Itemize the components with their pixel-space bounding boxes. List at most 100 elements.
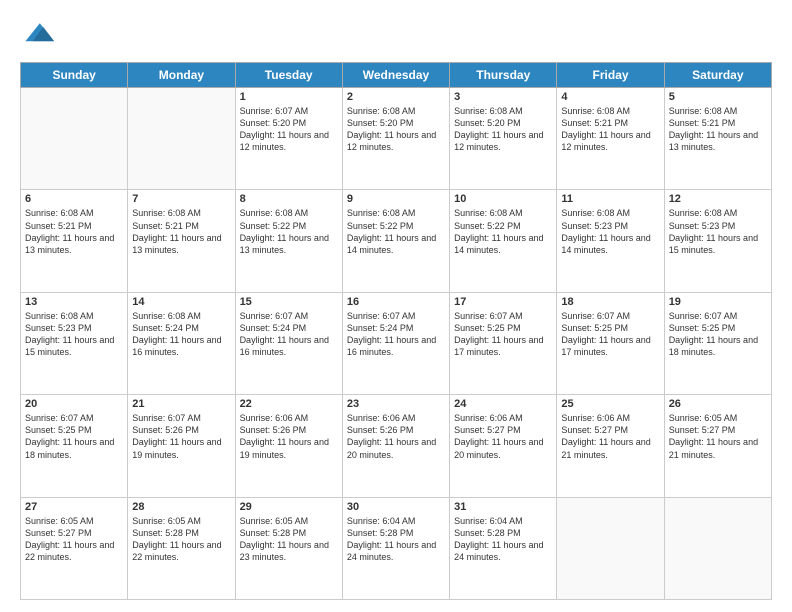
calendar-cell: 24 Sunrise: 6:06 AM Sunset: 5:27 PM Dayli… [450, 395, 557, 497]
day-info: Sunrise: 6:06 AM Sunset: 5:26 PM Dayligh… [240, 412, 338, 461]
day-info: Sunrise: 6:06 AM Sunset: 5:27 PM Dayligh… [561, 412, 659, 461]
day-number: 10 [454, 193, 552, 205]
day-number: 15 [240, 296, 338, 308]
weekday-header: Wednesday [342, 63, 449, 88]
day-info: Sunrise: 6:07 AM Sunset: 5:25 PM Dayligh… [561, 310, 659, 359]
day-number: 17 [454, 296, 552, 308]
day-info: Sunrise: 6:08 AM Sunset: 5:21 PM Dayligh… [132, 207, 230, 256]
weekday-header: Monday [128, 63, 235, 88]
calendar-cell: 1Sunrise: 6:07 AM Sunset: 5:20 PM Daylig… [235, 88, 342, 190]
day-number: 5 [669, 91, 767, 103]
day-info: Sunrise: 6:08 AM Sunset: 5:22 PM Dayligh… [454, 207, 552, 256]
day-info: Sunrise: 6:05 AM Sunset: 5:27 PM Dayligh… [669, 412, 767, 461]
calendar-cell: 31 Sunrise: 6:04 AM Sunset: 5:28 PM Dayli… [450, 497, 557, 599]
calendar-cell [557, 497, 664, 599]
day-info: Sunrise: 6:08 AM Sunset: 5:23 PM Dayligh… [669, 207, 767, 256]
calendar-week-row: 13Sunrise: 6:08 AM Sunset: 5:23 PM Dayli… [21, 292, 772, 394]
day-number: 2 [347, 91, 445, 103]
calendar-cell: 16Sunrise: 6:07 AM Sunset: 5:24 PM Dayli… [342, 292, 449, 394]
day-info: Sunrise: 6:08 AM Sunset: 5:21 PM Dayligh… [25, 207, 123, 256]
calendar-cell: 15 Sunrise: 6:07 AM Sunset: 5:24 PM Dayli… [235, 292, 342, 394]
day-number: 12 [669, 193, 767, 205]
day-number: 31 [454, 501, 552, 513]
day-info: Sunrise: 6:08 AM Sunset: 5:20 PM Dayligh… [454, 105, 552, 154]
calendar-cell [664, 497, 771, 599]
day-number: 14 [132, 296, 230, 308]
day-info: Sunrise: 6:06 AM Sunset: 5:27 PM Dayligh… [454, 412, 552, 461]
day-info: Sunrise: 6:04 AM Sunset: 5:28 PM Dayligh… [347, 515, 445, 564]
weekday-header: Tuesday [235, 63, 342, 88]
day-number: 24 [454, 398, 552, 410]
logo-icon [20, 16, 56, 52]
day-number: 8 [240, 193, 338, 205]
calendar-cell [21, 88, 128, 190]
calendar-cell: 11Sunrise: 6:08 AM Sunset: 5:23 PM Dayli… [557, 190, 664, 292]
weekday-header: Friday [557, 63, 664, 88]
day-info: Sunrise: 6:07 AM Sunset: 5:20 PM Dayligh… [240, 105, 338, 154]
weekday-header: Thursday [450, 63, 557, 88]
calendar-week-row: 6Sunrise: 6:08 AM Sunset: 5:21 PM Daylig… [21, 190, 772, 292]
day-info: Sunrise: 6:08 AM Sunset: 5:21 PM Dayligh… [669, 105, 767, 154]
day-info: Sunrise: 6:07 AM Sunset: 5:24 PM Dayligh… [347, 310, 445, 359]
weekday-header: Sunday [21, 63, 128, 88]
day-number: 23 [347, 398, 445, 410]
day-number: 21 [132, 398, 230, 410]
calendar-cell: 2 Sunrise: 6:08 AM Sunset: 5:20 PM Daylig… [342, 88, 449, 190]
calendar-cell: 23Sunrise: 6:06 AM Sunset: 5:26 PM Dayli… [342, 395, 449, 497]
calendar-cell: 20Sunrise: 6:07 AM Sunset: 5:25 PM Dayli… [21, 395, 128, 497]
day-info: Sunrise: 6:08 AM Sunset: 5:22 PM Dayligh… [240, 207, 338, 256]
day-info: Sunrise: 6:05 AM Sunset: 5:28 PM Dayligh… [132, 515, 230, 564]
day-info: Sunrise: 6:08 AM Sunset: 5:23 PM Dayligh… [561, 207, 659, 256]
day-info: Sunrise: 6:07 AM Sunset: 5:25 PM Dayligh… [454, 310, 552, 359]
calendar-cell: 7Sunrise: 6:08 AM Sunset: 5:21 PM Daylig… [128, 190, 235, 292]
calendar-cell: 9Sunrise: 6:08 AM Sunset: 5:22 PM Daylig… [342, 190, 449, 292]
day-number: 3 [454, 91, 552, 103]
calendar-cell: 10 Sunrise: 6:08 AM Sunset: 5:22 PM Dayli… [450, 190, 557, 292]
calendar-cell: 8 Sunrise: 6:08 AM Sunset: 5:22 PM Daylig… [235, 190, 342, 292]
day-number: 22 [240, 398, 338, 410]
calendar-cell: 17 Sunrise: 6:07 AM Sunset: 5:25 PM Dayli… [450, 292, 557, 394]
day-info: Sunrise: 6:08 AM Sunset: 5:21 PM Dayligh… [561, 105, 659, 154]
calendar-cell: 25 Sunrise: 6:06 AM Sunset: 5:27 PM Dayli… [557, 395, 664, 497]
day-number: 18 [561, 296, 659, 308]
calendar-cell: 28 Sunrise: 6:05 AM Sunset: 5:28 PM Dayli… [128, 497, 235, 599]
calendar-cell: 13Sunrise: 6:08 AM Sunset: 5:23 PM Dayli… [21, 292, 128, 394]
calendar-week-row: 20Sunrise: 6:07 AM Sunset: 5:25 PM Dayli… [21, 395, 772, 497]
day-number: 13 [25, 296, 123, 308]
calendar-week-row: 27 Sunrise: 6:05 AM Sunset: 5:27 PM Dayli… [21, 497, 772, 599]
calendar-cell: 26 Sunrise: 6:05 AM Sunset: 5:27 PM Dayli… [664, 395, 771, 497]
day-number: 25 [561, 398, 659, 410]
calendar-cell: 29Sunrise: 6:05 AM Sunset: 5:28 PM Dayli… [235, 497, 342, 599]
calendar-cell: 22 Sunrise: 6:06 AM Sunset: 5:26 PM Dayli… [235, 395, 342, 497]
header [20, 16, 772, 52]
calendar-cell: 27 Sunrise: 6:05 AM Sunset: 5:27 PM Dayli… [21, 497, 128, 599]
day-number: 28 [132, 501, 230, 513]
calendar-cell: 5 Sunrise: 6:08 AM Sunset: 5:21 PM Daylig… [664, 88, 771, 190]
day-number: 4 [561, 91, 659, 103]
day-number: 26 [669, 398, 767, 410]
calendar-cell: 6Sunrise: 6:08 AM Sunset: 5:21 PM Daylig… [21, 190, 128, 292]
calendar-table: SundayMondayTuesdayWednesdayThursdayFrid… [20, 62, 772, 600]
day-number: 30 [347, 501, 445, 513]
day-info: Sunrise: 6:07 AM Sunset: 5:24 PM Dayligh… [240, 310, 338, 359]
day-info: Sunrise: 6:05 AM Sunset: 5:27 PM Dayligh… [25, 515, 123, 564]
weekday-row: SundayMondayTuesdayWednesdayThursdayFrid… [21, 63, 772, 88]
calendar-body: 1Sunrise: 6:07 AM Sunset: 5:20 PM Daylig… [21, 88, 772, 600]
day-number: 19 [669, 296, 767, 308]
day-info: Sunrise: 6:08 AM Sunset: 5:20 PM Dayligh… [347, 105, 445, 154]
day-info: Sunrise: 6:07 AM Sunset: 5:26 PM Dayligh… [132, 412, 230, 461]
calendar-cell: 19 Sunrise: 6:07 AM Sunset: 5:25 PM Dayli… [664, 292, 771, 394]
calendar-cell: 4 Sunrise: 6:08 AM Sunset: 5:21 PM Daylig… [557, 88, 664, 190]
day-info: Sunrise: 6:08 AM Sunset: 5:24 PM Dayligh… [132, 310, 230, 359]
calendar-header: SundayMondayTuesdayWednesdayThursdayFrid… [21, 63, 772, 88]
calendar-cell: 18 Sunrise: 6:07 AM Sunset: 5:25 PM Dayli… [557, 292, 664, 394]
calendar-week-row: 1Sunrise: 6:07 AM Sunset: 5:20 PM Daylig… [21, 88, 772, 190]
calendar-cell: 14 Sunrise: 6:08 AM Sunset: 5:24 PM Dayli… [128, 292, 235, 394]
day-info: Sunrise: 6:05 AM Sunset: 5:28 PM Dayligh… [240, 515, 338, 564]
weekday-header: Saturday [664, 63, 771, 88]
day-number: 27 [25, 501, 123, 513]
calendar-cell: 30 Sunrise: 6:04 AM Sunset: 5:28 PM Dayli… [342, 497, 449, 599]
calendar-cell [128, 88, 235, 190]
day-info: Sunrise: 6:07 AM Sunset: 5:25 PM Dayligh… [669, 310, 767, 359]
day-info: Sunrise: 6:04 AM Sunset: 5:28 PM Dayligh… [454, 515, 552, 564]
